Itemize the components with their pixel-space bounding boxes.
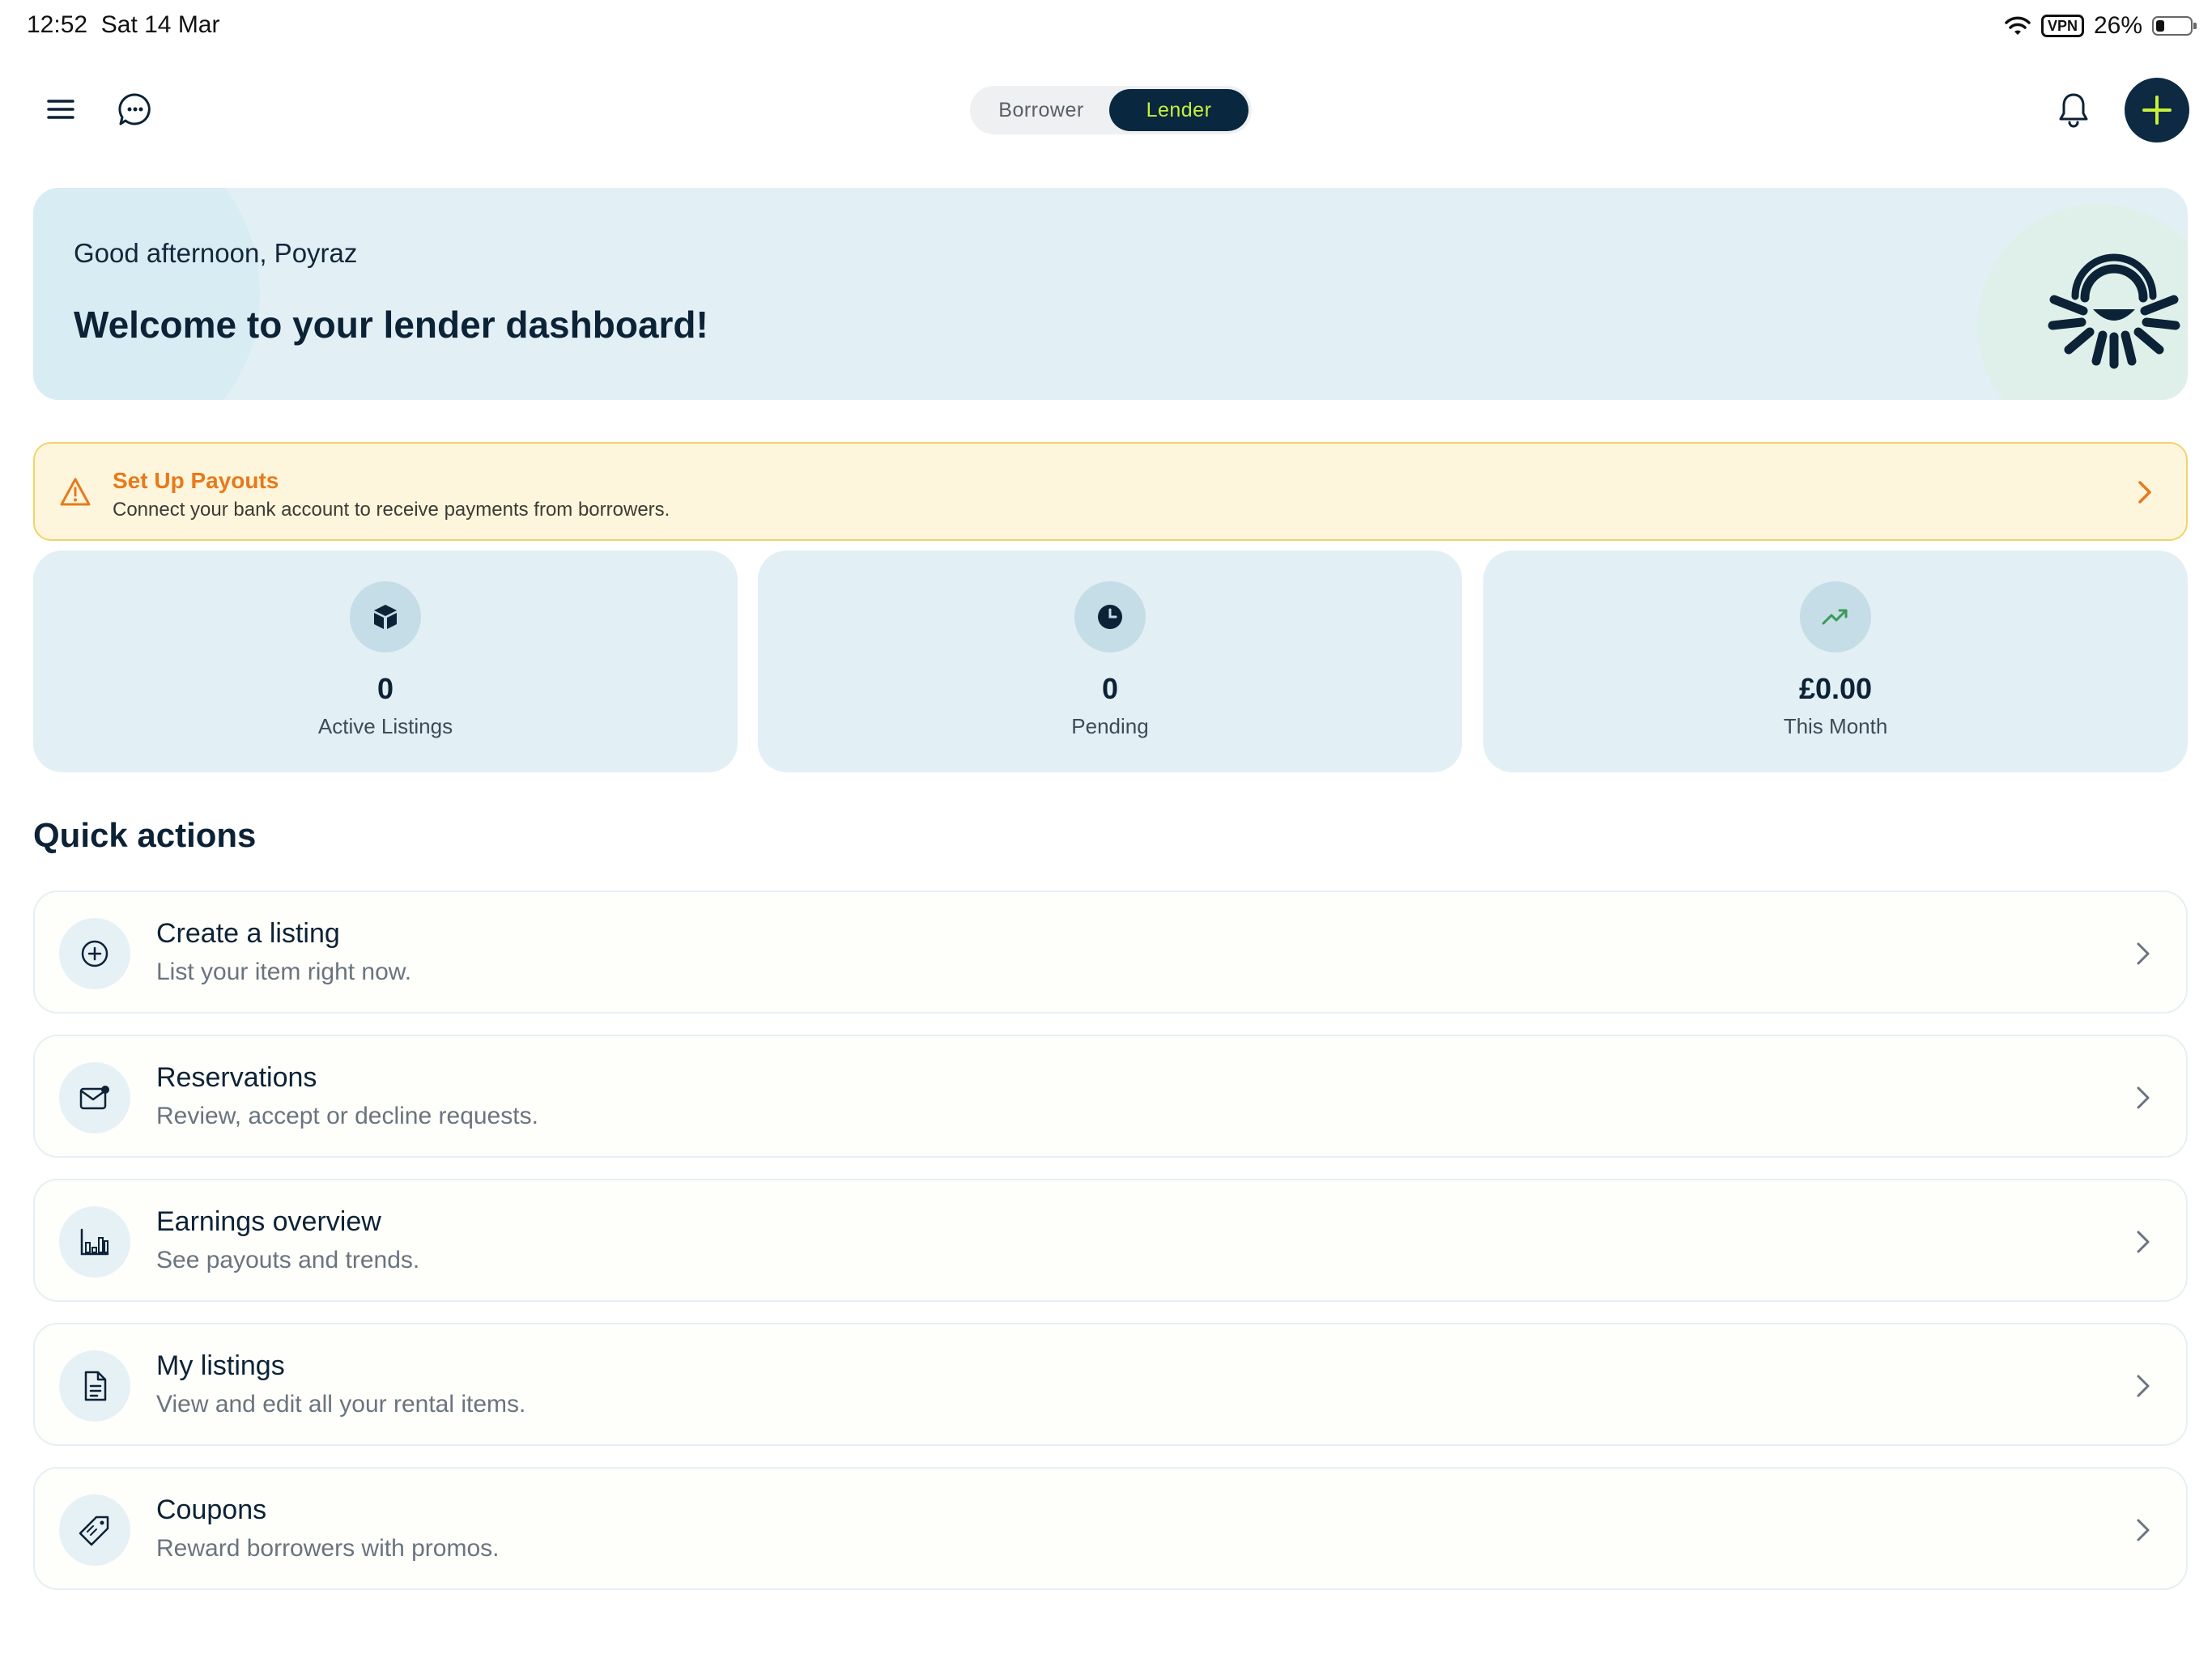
clock-text: 12:52 [27, 11, 88, 38]
mail-notification-icon [59, 1062, 130, 1133]
box-icon [350, 581, 421, 653]
vpn-badge: VPN [2040, 15, 2084, 37]
quick-action-description: View and edit all your rental items. [156, 1391, 526, 1418]
warning-icon [60, 478, 91, 506]
chevron-right-icon [2138, 481, 2151, 504]
bar-chart-icon [59, 1206, 130, 1278]
quick-action-my-listings[interactable]: My listings View and edit all your renta… [33, 1323, 2188, 1446]
alert-description: Connect your bank account to receive pay… [113, 499, 670, 521]
wifi-icon [2005, 16, 2031, 35]
bell-icon [2059, 93, 2088, 128]
welcome-title: Welcome to your lender dashboard! [74, 304, 708, 346]
quick-action-description: Review, accept or decline requests. [156, 1103, 538, 1129]
borrower-tab[interactable]: Borrower [973, 89, 1109, 131]
quick-action-description: List your item right now. [156, 959, 412, 985]
greeting-text: Good afternoon, Poyraz [74, 238, 358, 268]
stat-label: Active Listings [317, 714, 453, 738]
stat-label: Pending [1071, 714, 1149, 738]
mascot-logo-icon [2048, 253, 2180, 369]
clock-icon [1074, 581, 1146, 653]
stat-value: 0 [376, 672, 394, 705]
plus-circle-icon [59, 918, 130, 989]
chat-bubble-icon [118, 93, 151, 125]
battery-percent: 26% [2093, 12, 2142, 39]
messages-button[interactable] [115, 89, 155, 130]
mode-toggle: Borrower Lender [970, 86, 1252, 134]
trending-up-icon [1800, 581, 1871, 653]
stat-card-this-month[interactable]: £0.00 This Month [1483, 551, 2188, 772]
stat-card-active-listings[interactable]: 0 Active Listings [33, 551, 738, 772]
quick-action-description: Reward borrowers with promos. [156, 1535, 500, 1562]
tag-icon [59, 1494, 130, 1566]
quick-action-reservations[interactable]: Reservations Review, accept or decline r… [33, 1035, 2188, 1158]
alert-title: Set Up Payouts [113, 468, 279, 493]
chevron-right-icon [2137, 1519, 2150, 1541]
quick-action-label: Coupons [156, 1494, 267, 1525]
quick-action-label: Earnings overview [156, 1206, 381, 1237]
quick-action-label: Create a listing [156, 918, 340, 949]
quick-action-create-listing[interactable]: Create a listing List your item right no… [33, 891, 2188, 1014]
status-bar: 12:52 Sat 14 Mar VPN 26% [0, 0, 2212, 53]
chevron-right-icon [2137, 942, 2150, 965]
status-indicators: VPN 26% [2004, 10, 2197, 42]
stat-value: 0 [1101, 672, 1119, 705]
chevron-right-icon [2137, 1375, 2150, 1397]
date-text: Sat 14 Mar [100, 11, 220, 38]
document-icon [59, 1350, 130, 1422]
add-listing-button[interactable] [2125, 78, 2189, 142]
quick-action-label: Reservations [156, 1062, 317, 1093]
battery-icon [2152, 16, 2197, 36]
menu-button[interactable] [40, 89, 81, 130]
hamburger-menu-icon [47, 100, 74, 119]
chevron-right-icon [2137, 1231, 2150, 1253]
setup-payouts-alert[interactable]: Set Up Payouts Connect your bank account… [33, 442, 2188, 541]
quick-action-description: See payouts and trends. [156, 1247, 420, 1273]
status-time: 12:52 Sat 14 Mar [27, 11, 219, 39]
stat-value: £0.00 [1798, 672, 1873, 705]
welcome-banner: Good afternoon, Poyraz Welcome to your l… [33, 188, 2188, 400]
stat-label: This Month [1783, 714, 1888, 738]
quick-action-coupons[interactable]: Coupons Reward borrowers with promos. [33, 1467, 2188, 1590]
quick-actions-title: Quick actions [33, 816, 257, 854]
quick-action-earnings-overview[interactable]: Earnings overview See payouts and trends… [33, 1179, 2188, 1302]
lender-tab[interactable]: Lender [1109, 89, 1249, 131]
notifications-button[interactable] [2053, 89, 2094, 131]
plus-icon [2142, 96, 2172, 125]
stat-card-pending[interactable]: 0 Pending [758, 551, 1462, 772]
quick-action-label: My listings [156, 1350, 285, 1381]
chevron-right-icon [2137, 1086, 2150, 1109]
